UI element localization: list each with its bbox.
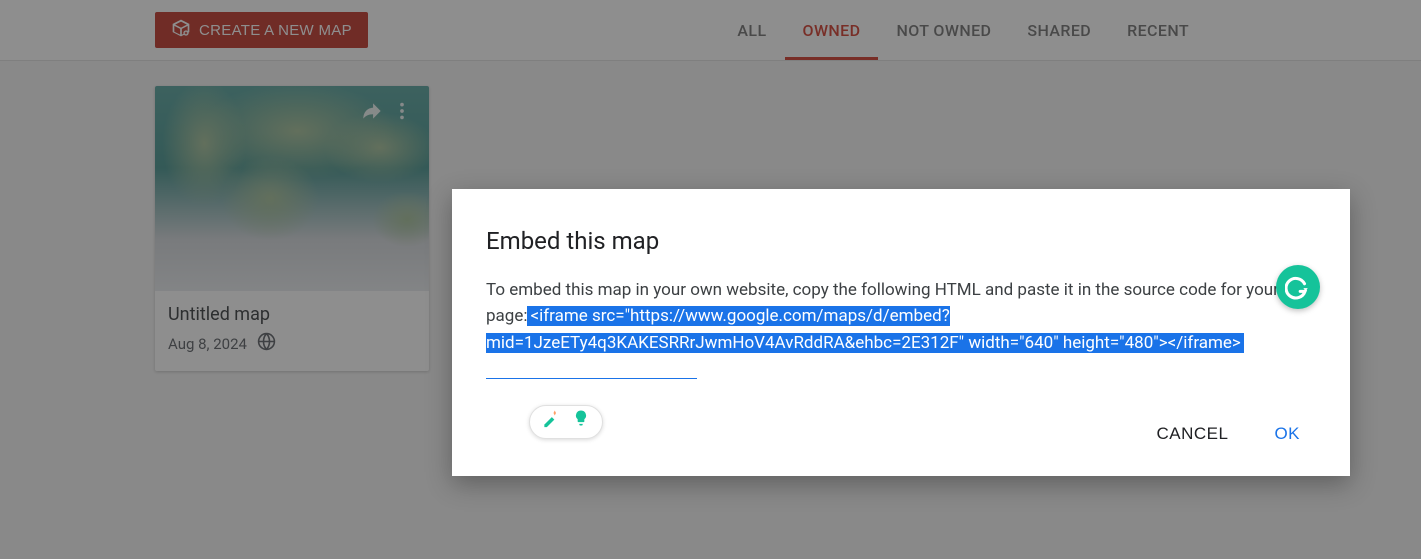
grammarly-tools-pill[interactable] <box>529 405 603 439</box>
embed-code-text[interactable]: <iframe src="https://www.google.com/maps… <box>486 306 1244 352</box>
embed-dialog: Embed this map To embed this map in your… <box>452 189 1350 476</box>
embed-input-underline[interactable] <box>486 359 697 379</box>
magic-wand-icon <box>541 408 561 436</box>
ok-button[interactable]: OK <box>1272 418 1302 450</box>
grammarly-icon[interactable] <box>1276 265 1320 309</box>
dialog-title: Embed this map <box>486 227 1306 255</box>
cancel-button[interactable]: CANCEL <box>1154 418 1230 450</box>
dialog-actions: CANCEL OK <box>486 418 1306 450</box>
dialog-body: To embed this map in your own website, c… <box>486 277 1306 382</box>
lightbulb-icon <box>571 408 591 436</box>
